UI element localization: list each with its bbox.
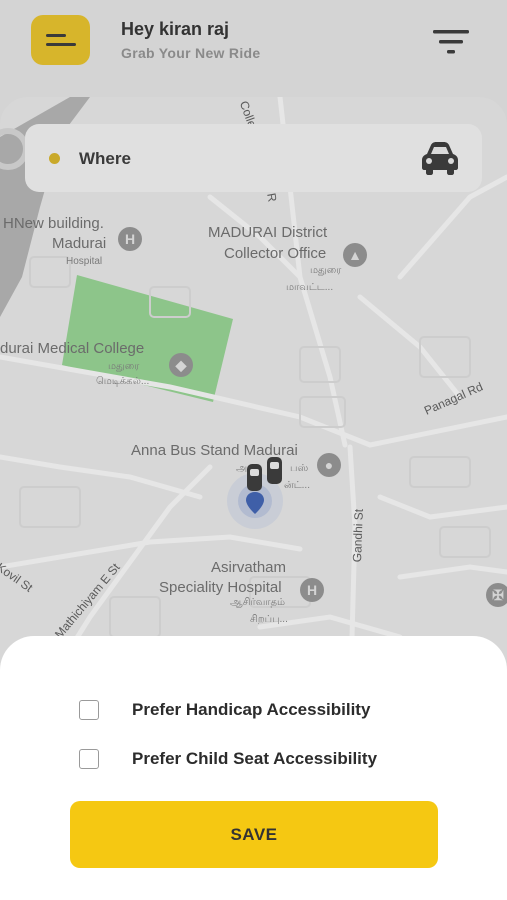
app-header: Hey kiran raj Grab Your New Ride xyxy=(0,0,507,90)
where-label[interactable]: Where xyxy=(79,149,131,169)
map-label: Madurai xyxy=(52,235,107,252)
road-label: Gandhi St xyxy=(350,508,366,563)
map-label: மெடிக்கல்... xyxy=(96,376,150,387)
hospital-icon[interactable]: H xyxy=(300,578,324,602)
map-label: சிறப்பு... xyxy=(250,614,288,625)
school-icon[interactable]: ◆ xyxy=(169,353,193,377)
map-label: MADURAI District xyxy=(208,224,328,241)
hospital-icon[interactable]: H xyxy=(118,227,142,251)
restaurant-icon[interactable]: ✠ xyxy=(486,583,507,607)
map-label: Collector Office xyxy=(224,245,327,262)
child-seat-accessibility-label[interactable]: Prefer Child Seat Accessibility xyxy=(132,749,377,769)
map-label: அ xyxy=(236,463,248,474)
map-label: மதுரை xyxy=(310,265,342,276)
car-icon[interactable] xyxy=(419,140,461,176)
map-label: durai Medical College xyxy=(0,340,145,357)
government-building-icon[interactable]: ▲ xyxy=(343,243,367,267)
map-label: ஆசிர்வாதம் xyxy=(230,597,286,608)
menu-button[interactable] xyxy=(31,15,90,65)
greeting-title: Hey kiran raj xyxy=(121,19,230,39)
filter-icon[interactable] xyxy=(432,28,470,56)
origin-dot-icon xyxy=(49,153,60,164)
menu-icon xyxy=(46,34,66,37)
handicap-accessibility-checkbox[interactable] xyxy=(79,700,99,720)
map-label: மாவட்ட... xyxy=(286,282,334,293)
map-label: ன்ட்... xyxy=(284,480,310,491)
location-pin-icon[interactable]: ● xyxy=(317,453,341,477)
child-seat-accessibility-checkbox[interactable] xyxy=(79,749,99,769)
map-label: Asirvatham xyxy=(211,559,287,576)
child-seat-accessibility-option[interactable]: Prefer Child Seat Accessibility xyxy=(79,748,377,770)
map-label: HNew building. xyxy=(3,215,104,232)
map-label: Hospital xyxy=(66,256,103,267)
handicap-accessibility-option[interactable]: Prefer Handicap Accessibility xyxy=(79,699,370,721)
greeting-subtitle: Grab Your New Ride xyxy=(121,45,261,61)
handicap-accessibility-label[interactable]: Prefer Handicap Accessibility xyxy=(132,700,370,720)
map-label: Speciality Hospital xyxy=(159,579,282,596)
map-label: மதுரை xyxy=(108,361,140,372)
save-button[interactable]: SAVE xyxy=(70,801,438,868)
map-label: பஸ் xyxy=(290,463,309,474)
map-label: Anna Bus Stand Madurai xyxy=(131,442,298,459)
